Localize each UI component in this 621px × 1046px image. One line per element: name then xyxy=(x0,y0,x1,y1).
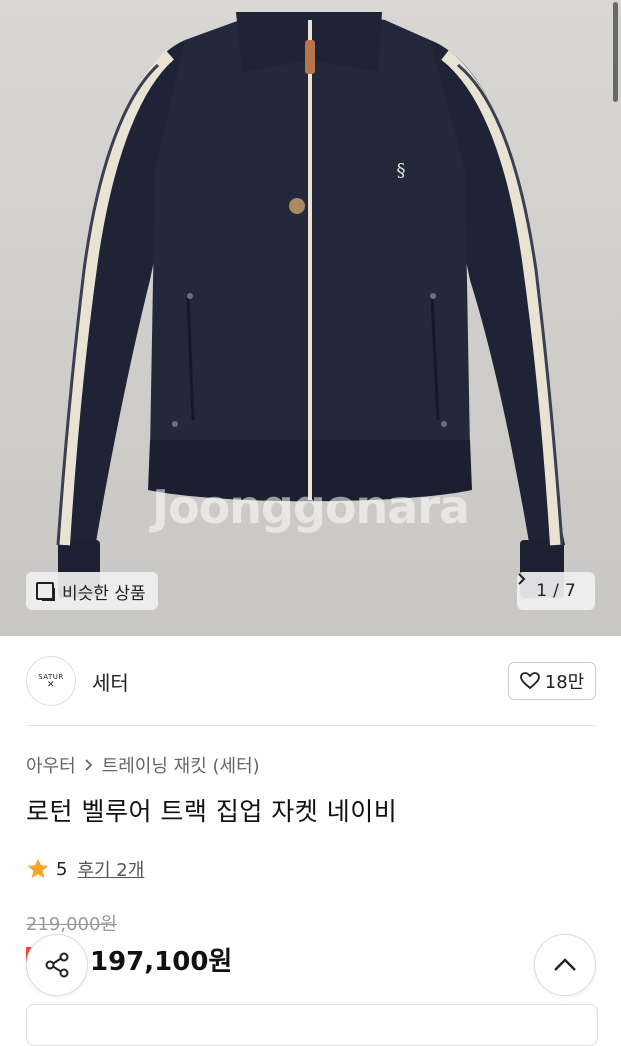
similar-products-button[interactable]: 비슷한 상품 xyxy=(26,572,158,610)
star-icon xyxy=(27,858,49,878)
bottom-panel xyxy=(26,1004,598,1046)
reviews-link[interactable]: 후기 2개 xyxy=(77,856,144,882)
scroll-top-button[interactable] xyxy=(534,934,596,996)
pager-current: 1 xyxy=(536,581,548,601)
breadcrumb-category[interactable]: 아우터 xyxy=(26,752,76,778)
stacked-squares-icon xyxy=(36,582,55,601)
seller-logo-icon: ✕ xyxy=(46,680,56,690)
similar-products-label: 비슷한 상품 xyxy=(62,583,146,604)
product-image-gallery[interactable]: § Joonggonara 비슷한 상품 1 / 7 xyxy=(0,0,621,636)
rating-score: 5 xyxy=(56,858,68,880)
pager-separator: / xyxy=(553,581,559,601)
image-pager-button[interactable]: 1 / 7 xyxy=(517,572,595,610)
breadcrumb-subcategory[interactable]: 트레이닝 재킷 (세터) xyxy=(102,752,260,778)
watermark-text: Joonggonara xyxy=(151,480,470,534)
like-count: 18만 xyxy=(544,672,585,693)
chevron-right-icon xyxy=(518,573,526,585)
seller-name[interactable]: 세터 xyxy=(92,667,129,696)
like-button[interactable]: 18만 xyxy=(508,662,596,700)
breadcrumb: 아우터 트레이닝 재킷 (세터) xyxy=(26,752,260,778)
svg-text:§: § xyxy=(397,160,406,181)
product-title: 로턴 벨루어 트랙 집업 자켓 네이비 xyxy=(26,797,398,826)
seller-avatar[interactable]: SATUR ✕ xyxy=(26,656,76,706)
rating-row: 5 후기 2개 xyxy=(26,856,144,882)
sale-price: 197,100원 xyxy=(90,947,233,977)
chevron-up-icon xyxy=(554,958,576,971)
chevron-right-icon xyxy=(85,759,92,771)
share-button[interactable] xyxy=(26,934,88,996)
scrollbar[interactable] xyxy=(613,2,618,102)
heart-icon xyxy=(519,672,540,690)
jacket-image: § xyxy=(56,12,565,598)
pager-total: 7 xyxy=(564,581,576,601)
divider xyxy=(26,725,596,726)
share-icon xyxy=(45,952,69,978)
original-price: 219,000원 xyxy=(26,914,117,935)
seller-row[interactable]: SATUR ✕ 세터 18만 xyxy=(26,656,596,706)
